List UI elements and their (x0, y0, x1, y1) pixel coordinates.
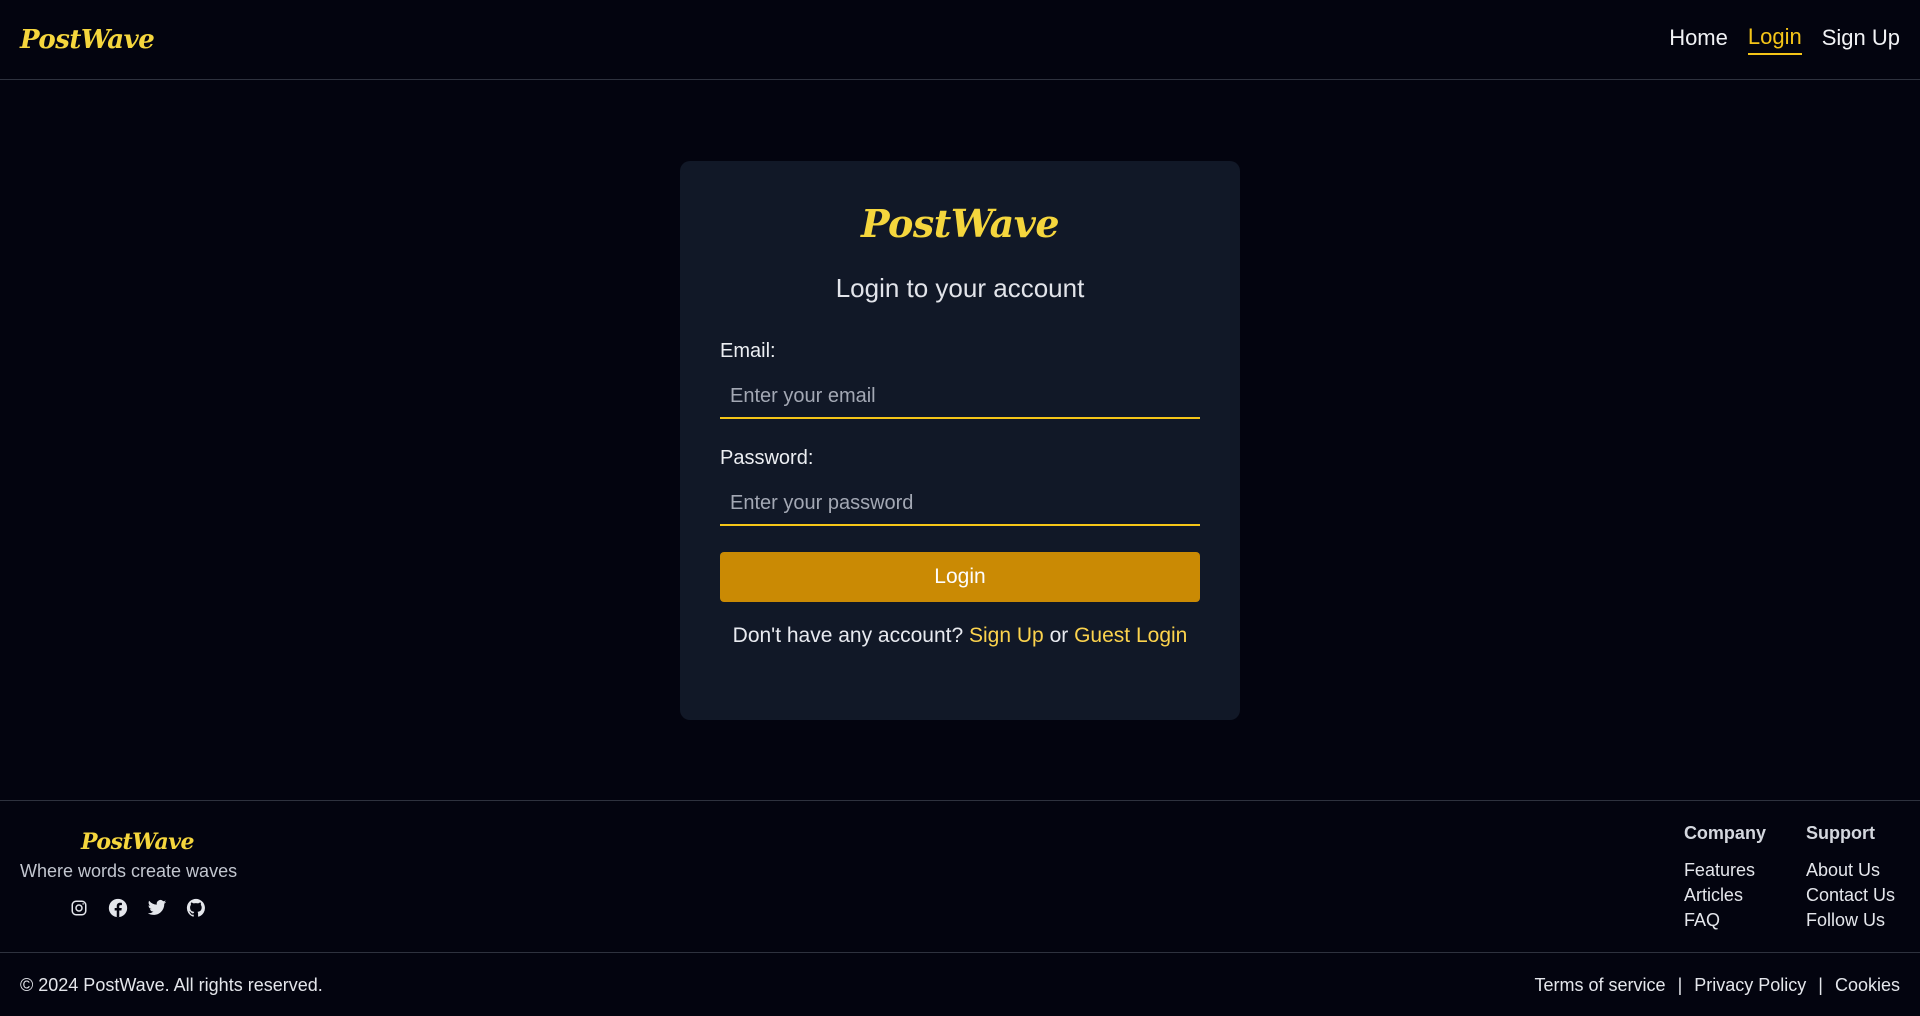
header-logo[interactable]: PostWave (20, 25, 155, 55)
terms-of-service-link[interactable]: Terms of service (1535, 975, 1666, 996)
card-logo: PostWave (860, 201, 1060, 246)
legal-separator: | (1818, 974, 1823, 995)
support-heading: Support (1805, 823, 1875, 843)
guest-login-link[interactable]: Guest Login (1074, 624, 1187, 647)
footer-bottom-bar: © 2024 PostWave. All rights reserved. Te… (0, 952, 1920, 1016)
login-card: PostWave Login to your account Email: Pa… (680, 161, 1240, 720)
footer-link-about-us[interactable]: About Us (1806, 858, 1895, 883)
social-links (20, 898, 255, 918)
footer-link-contact-us[interactable]: Contact Us (1806, 883, 1895, 908)
copyright-text: © 2024 PostWave. All rights reserved. (20, 974, 323, 995)
twitter-icon[interactable] (147, 898, 167, 918)
footer-link-faq[interactable]: FAQ (1684, 908, 1766, 933)
footer-logo[interactable]: PostWave (20, 829, 255, 855)
email-field[interactable] (720, 375, 1200, 419)
site-footer: PostWave Where words create waves Compan… (0, 800, 1920, 1016)
footer-columns: Company Features Articles FAQ Support Ab… (1684, 823, 1895, 933)
main-nav: Home Login Sign Up (1669, 24, 1900, 55)
footer-link-articles[interactable]: Articles (1684, 883, 1766, 908)
instagram-icon[interactable] (69, 898, 89, 918)
nav-home-link[interactable]: Home (1669, 25, 1728, 54)
site-header: PostWave Home Login Sign Up (0, 0, 1920, 80)
or-text: or (1049, 624, 1069, 647)
footer-link-features[interactable]: Features (1684, 858, 1766, 883)
legal-separator: | (1677, 974, 1683, 995)
footer-tagline: Where words create waves (20, 861, 238, 881)
login-title: Login to your account (835, 273, 1085, 303)
login-button[interactable]: Login (720, 552, 1200, 602)
footer-link-follow-us[interactable]: Follow Us (1806, 908, 1895, 933)
nav-signup-link[interactable]: Sign Up (1822, 25, 1900, 54)
no-account-text: Don't have any account? (732, 624, 964, 647)
password-label: Password: (720, 447, 814, 469)
company-heading: Company (1683, 823, 1766, 843)
nav-login-link[interactable]: Login (1747, 24, 1802, 55)
email-label: Email: (720, 340, 776, 362)
support-column: Support About Us Contact Us Follow Us (1806, 823, 1895, 933)
cookies-link[interactable]: Cookies (1835, 975, 1900, 996)
privacy-policy-link[interactable]: Privacy Policy (1694, 975, 1806, 996)
company-column: Company Features Articles FAQ (1684, 823, 1766, 933)
legal-links: Terms of service | Privacy Policy | Cook… (1535, 975, 1900, 996)
signup-link[interactable]: Sign Up (969, 624, 1044, 647)
footer-brand: PostWave Where words create waves (20, 829, 255, 918)
github-icon[interactable] (186, 898, 206, 918)
password-field[interactable] (720, 482, 1200, 526)
alternate-login-row: Don't have any account? Sign Up or Guest… (720, 624, 1200, 648)
facebook-icon[interactable] (108, 898, 128, 918)
